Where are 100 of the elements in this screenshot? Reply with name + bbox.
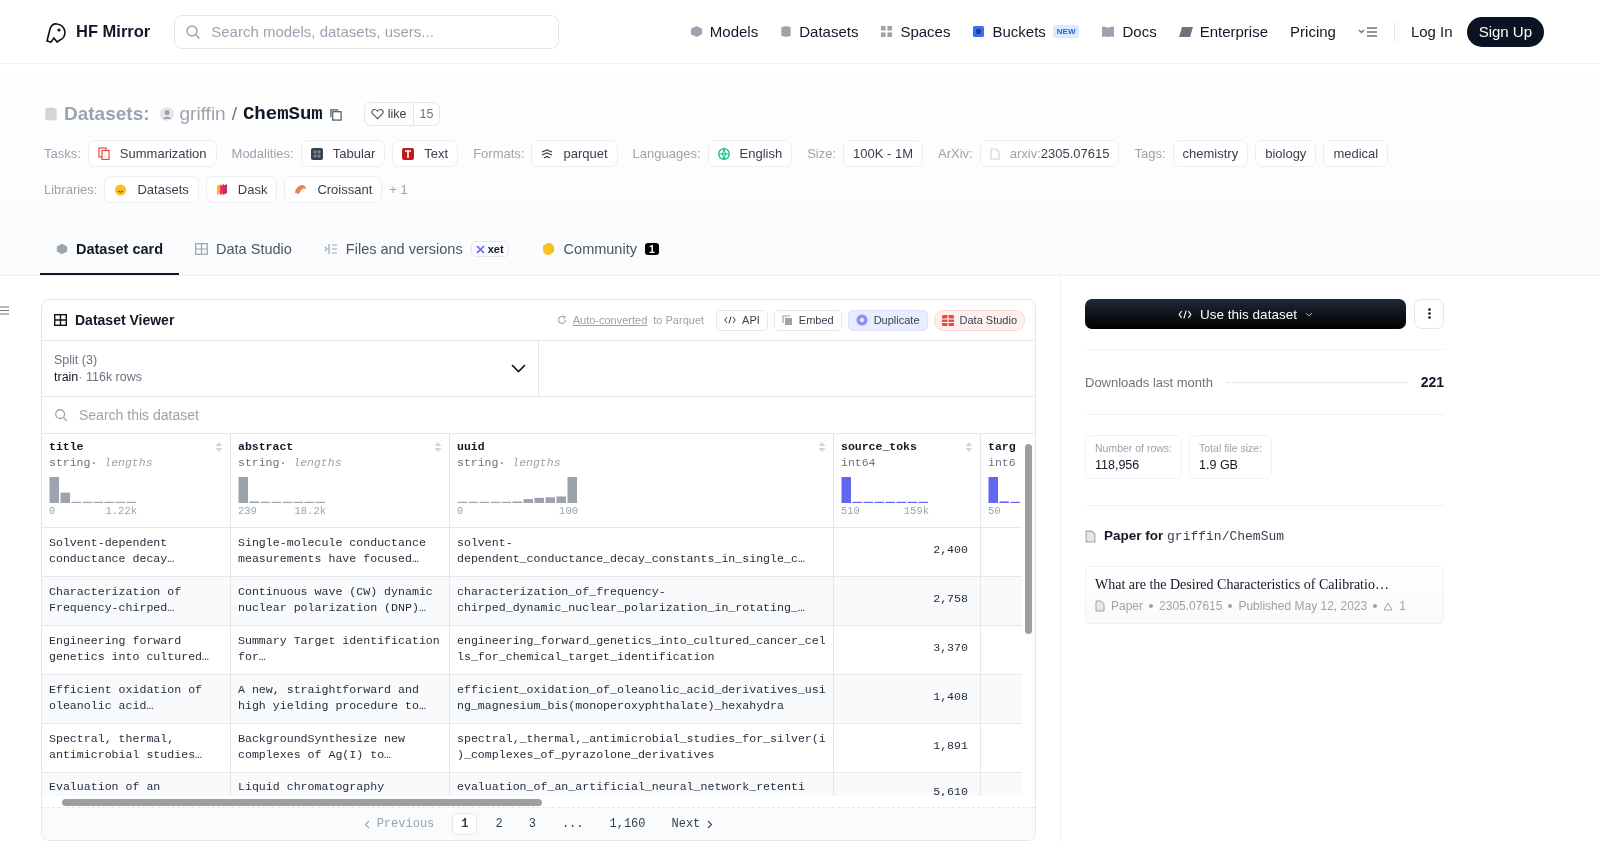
table-cell: Spectral, thermal, antimicrobial studies…: [49, 732, 203, 761]
split-dropdown[interactable]: Split (3) train· 116k rows: [42, 341, 539, 396]
table-cell: Evaluation of an: [49, 780, 161, 793]
viewer-title: Dataset Viewer: [75, 312, 175, 328]
column-header[interactable]: title string· lengths 0 1.22k: [42, 434, 231, 527]
site-name[interactable]: HF Mirror: [76, 22, 151, 41]
meta-label: Languages:: [632, 146, 701, 161]
text-icon: [402, 147, 415, 160]
page-link[interactable]: ...: [553, 814, 592, 834]
signup-button[interactable]: Sign Up: [1466, 16, 1544, 47]
book-icon: [1101, 25, 1116, 38]
tab[interactable]: Community 1: [524, 225, 675, 275]
document-icon: [1085, 529, 1096, 543]
avatar-icon: [159, 107, 174, 121]
page-link[interactable]: 1: [452, 813, 478, 835]
table-icon: [195, 243, 209, 255]
viewer-action-button[interactable]: Data Studio: [933, 309, 1025, 331]
sidebar-toggle-icon[interactable]: [0, 306, 9, 315]
table-cell: engineering_forward_genetics_into_cultured_cancer_cells_for_chemical_target_identification: [457, 634, 826, 663]
like-button[interactable]: like 15: [363, 102, 441, 126]
more-options-button[interactable]: [1414, 299, 1444, 329]
table-cell: 1,891: [933, 739, 968, 752]
meta-label: Tasks:: [44, 146, 81, 161]
dataset-search-field[interactable]: Search this dataset: [42, 397, 1035, 434]
table-cell: Single-molecule conductance measurements have focused…: [238, 536, 426, 565]
table-cell: Solvent-dependent conductance decay…: [49, 536, 175, 565]
page-link[interactable]: 2: [487, 814, 511, 834]
login-link[interactable]: Log In: [1410, 23, 1453, 40]
nav-link[interactable]: Models: [689, 23, 759, 40]
tag-link[interactable]: Croissant: [284, 176, 383, 203]
tag-link[interactable]: English: [707, 140, 793, 167]
tab[interactable]: Dataset card: [40, 225, 180, 275]
tab[interactable]: Files and versions xet: [307, 225, 525, 275]
column-header[interactable]: uuid string· lengths 0 100: [450, 434, 834, 527]
grid-icon: [880, 25, 894, 38]
nav-link[interactable]: Spaces: [880, 23, 951, 40]
tag-link[interactable]: Text: [392, 140, 459, 167]
page-link[interactable]: 3: [520, 814, 544, 834]
tag-link[interactable]: chemistry: [1172, 140, 1249, 167]
copy-icon[interactable]: [328, 107, 342, 121]
enterprise-icon: [1178, 25, 1193, 38]
tag-link[interactable]: Datasets: [104, 176, 199, 203]
table-cell: A new, straightforward and high yielding procedure to…: [238, 683, 426, 712]
search-field[interactable]: Search models, datasets, users...: [174, 14, 560, 49]
nav-link[interactable]: Datasets: [780, 23, 859, 40]
paper-card[interactable]: What are the Desired Characteristics of Calibratio… Paper 2305.07615 Published May 12, 2023 1: [1085, 566, 1444, 624]
meta-label: Formats:: [473, 146, 525, 161]
menu-icon[interactable]: [1357, 25, 1378, 38]
table-cell: 3,370: [933, 641, 968, 654]
table-cell: Efficient oxidation of oleanolic acid…: [49, 683, 203, 712]
logo-icon[interactable]: [44, 20, 68, 43]
nav-link[interactable]: Enterprise: [1178, 23, 1269, 40]
downloads-value: 221: [1420, 374, 1444, 390]
table-cell: Summary Target identification for…: [238, 634, 440, 663]
tag-link[interactable]: Summarization: [87, 140, 217, 167]
new-badge: NEW: [1052, 25, 1080, 38]
nav-link[interactable]: Buckets NEW: [972, 23, 1080, 40]
viewer-action-button[interactable]: Embed: [773, 309, 842, 331]
dask-icon: [215, 183, 228, 196]
search-input[interactable]: Search models, datasets, users...: [209, 22, 549, 41]
document-icon: [989, 147, 1000, 160]
tag-link[interactable]: parquet: [531, 140, 618, 167]
column-header[interactable]: targ int6 50: [981, 434, 1022, 527]
search-icon: [54, 408, 68, 422]
layers-icon: [541, 148, 554, 159]
database-icon: [780, 25, 793, 38]
sort-icon: [434, 440, 442, 453]
column-header[interactable]: source_toks int64 510 159k: [834, 434, 981, 527]
tag-link[interactable]: arxiv:2305.07615: [979, 140, 1120, 167]
nav-link[interactable]: Docs: [1101, 23, 1157, 40]
downloads-label: Downloads last month: [1085, 374, 1213, 390]
table-icon: [54, 314, 67, 326]
viewer-action-button[interactable]: API: [716, 309, 768, 331]
page-link[interactable]: 1,160: [601, 814, 654, 834]
tab[interactable]: Data Studio: [179, 225, 308, 275]
database-icon: [44, 106, 58, 122]
table-cell: BackgroundSynthesize new complexes of Ag(I) to…: [238, 732, 405, 761]
column-header[interactable]: abstract string· lengths 239 18.2k: [231, 434, 450, 527]
count-badge: 1: [644, 243, 659, 255]
tag-link[interactable]: 100K - 1M: [843, 140, 924, 167]
next-page-link[interactable]: Next: [663, 814, 722, 834]
viewer-action-button[interactable]: Duplicate: [847, 309, 928, 331]
use-dataset-button[interactable]: Use this dataset: [1085, 299, 1406, 329]
dataset-name[interactable]: ChemSum: [242, 103, 323, 125]
meta-label: Size:: [807, 146, 837, 161]
bullet-icon: [1373, 604, 1378, 608]
tag-link[interactable]: Tabular: [300, 140, 386, 167]
square-icon: [972, 25, 986, 38]
table-cell: evaluation_of_an_artificial_neural_network_retenti: [457, 780, 805, 793]
table-cell: solvent-dependent_conductance_decay_constants_in_single_c…: [457, 536, 805, 565]
cube-icon: [689, 25, 703, 38]
table-cell: characterization_of_frequency-chirped_dynamic_nuclear_polarization_in_rotating_…: [457, 585, 805, 614]
nav-link[interactable]: Pricing: [1290, 23, 1336, 40]
tag-link[interactable]: biology: [1255, 140, 1317, 167]
tag-link[interactable]: Dask: [205, 176, 278, 203]
like-count: 15: [412, 103, 440, 125]
code-icon: [1178, 309, 1193, 319]
copy-icon: [781, 314, 793, 326]
tag-link[interactable]: medical: [1323, 140, 1389, 167]
table-cell: 2,758: [933, 592, 968, 605]
